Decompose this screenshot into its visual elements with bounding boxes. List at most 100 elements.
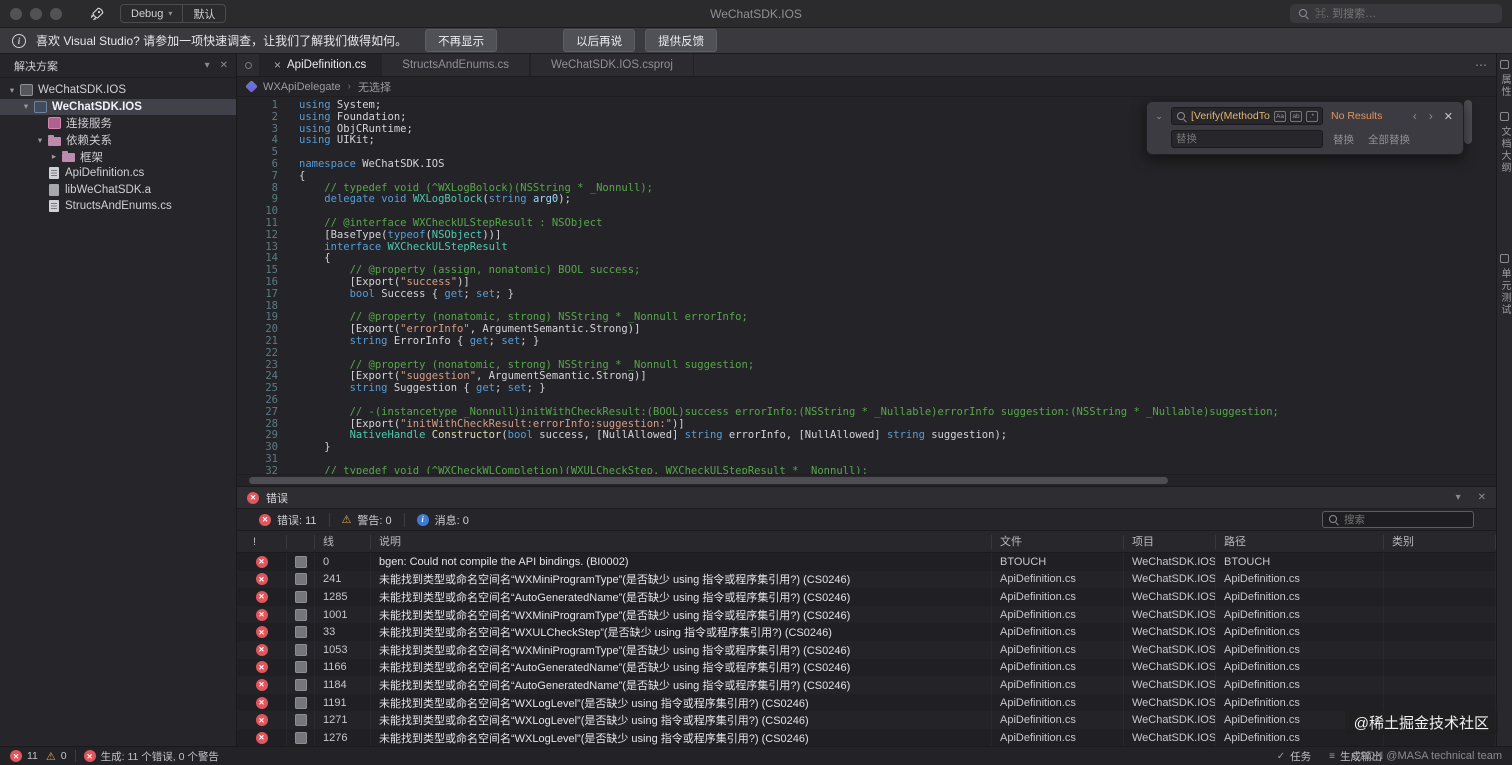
error-row[interactable]: ✕ 1184 未能找到类型或命名空间名“AutoGeneratedName”(是否缺…: [237, 676, 1496, 694]
solution-pad-title: 解决方案: [14, 60, 58, 73]
horizontal-scrollbar[interactable]: [249, 477, 1169, 484]
regex-icon[interactable]: .*: [1306, 110, 1318, 122]
match-case-icon[interactable]: Aa: [1274, 110, 1286, 122]
column-line[interactable]: 线: [315, 534, 371, 549]
find-previous-icon[interactable]: ‹: [1410, 109, 1420, 123]
pad-menu-icon[interactable]: ▾: [205, 60, 210, 71]
replace-button[interactable]: 替换: [1329, 132, 1358, 147]
pad-close-icon[interactable]: ✕: [1478, 492, 1486, 503]
filter-messages-toggle[interactable]: i 消息: 0: [405, 509, 481, 530]
horizontal-scrollbar-track[interactable]: [237, 474, 1496, 486]
filter-errors-toggle[interactable]: ✕ 错误: 11: [247, 509, 329, 530]
column-project[interactable]: 项目: [1124, 534, 1216, 549]
solution-pad-header: 解决方案 ▾ ✕: [0, 54, 236, 78]
tab-wechatsdk-ios-csproj[interactable]: WeChatSDK.IOS.csproj: [530, 54, 694, 76]
breadcrumb-selection[interactable]: 无选择: [358, 79, 391, 95]
zoom-window-button[interactable]: [50, 7, 62, 20]
chevron-down-icon[interactable]: ▾: [34, 135, 46, 146]
tree-item-libwechatsdk-a[interactable]: libWeChatSDK.a: [0, 182, 236, 199]
error-row[interactable]: ✕ 241 未能找到类型或命名空间名“WXMiniProgramType”(是否缺少…: [237, 570, 1496, 589]
detail-cell: [287, 729, 315, 746]
filter-warnings-toggle[interactable]: ⚠ 警告: 0: [330, 509, 404, 530]
replace-input[interactable]: [1176, 133, 1318, 145]
errors-search-input[interactable]: [1344, 513, 1468, 526]
tab-label: ApiDefinition.cs: [287, 59, 367, 71]
rail-tab-文档大纲[interactable]: 文档大纲: [1497, 112, 1512, 174]
chevron-down-icon[interactable]: ▾: [20, 101, 32, 112]
error-path: ApiDefinition.cs: [1216, 641, 1384, 659]
error-icon: ✕: [255, 573, 268, 586]
tab-label: StructsAndEnums.cs: [402, 59, 510, 71]
error-row[interactable]: ✕ 1053 未能找到类型或命名空间名“WXMiniProgramType”(是否缺…: [237, 640, 1496, 659]
error-path: ApiDefinition.cs: [1216, 588, 1384, 606]
error-icon: ✕: [10, 750, 22, 762]
find-next-icon[interactable]: ›: [1426, 109, 1436, 123]
vertical-scrollbar[interactable]: [1464, 100, 1472, 144]
error-row[interactable]: ✕ 0 bgen: Could not compile the API bindin…: [237, 553, 1496, 571]
dont-show-again-button[interactable]: 不再显示: [425, 29, 498, 52]
statusbar-warning-count[interactable]: ⚠ 0: [46, 750, 67, 763]
code-text: namespace WeChatSDK.IOS: [299, 157, 445, 170]
tab-structsandenums-cs[interactable]: StructsAndEnums.cs: [381, 54, 531, 76]
column-detail[interactable]: [287, 534, 315, 549]
column-file[interactable]: 文件: [992, 534, 1124, 549]
tree-item-apidefinition-cs[interactable]: ApiDefinition.cs: [0, 165, 236, 182]
minimize-window-button[interactable]: [30, 7, 42, 20]
tree-item-框架[interactable]: ▸ 框架: [0, 148, 236, 165]
rail-tab-单元测试[interactable]: 单元测试: [1497, 254, 1512, 316]
chevron-down-icon: ▾: [168, 9, 173, 18]
column-path[interactable]: 路径: [1216, 534, 1384, 549]
error-row[interactable]: ✕ 1271 未能找到类型或命名空间名“WXLogLevel”(是否缺少 using…: [237, 711, 1496, 729]
error-row[interactable]: ✕ 1285 未能找到类型或命名空间名“AutoGeneratedName”(是否缺…: [237, 588, 1496, 606]
code-line: 21 string ErrorInfo { get; set; }: [237, 335, 1496, 348]
error-project: WeChatSDK.IOS: [1124, 588, 1216, 606]
error-row[interactable]: ✕ 1001 未能找到类型或命名空间名“WXMiniProgramType”(是否缺…: [237, 605, 1496, 624]
global-search-box[interactable]: [1290, 4, 1502, 23]
pad-close-icon[interactable]: ✕: [220, 60, 228, 71]
rail-tab-label: 属性: [1499, 74, 1510, 98]
debug-config-dropdown[interactable]: Debug ▾: [121, 5, 182, 22]
whole-word-icon[interactable]: ab: [1290, 110, 1302, 122]
tab-overflow-icon[interactable]: ⋯: [1466, 54, 1496, 76]
tasks-button[interactable]: ✓ 任务: [1277, 749, 1311, 764]
column-description[interactable]: 说明: [371, 534, 992, 549]
code-editor-area[interactable]: 1 using System; 2 using Foundation; 3 using O…: [237, 97, 1496, 474]
run-icon[interactable]: [88, 5, 106, 23]
close-window-button[interactable]: [10, 7, 22, 20]
chevron-right-icon[interactable]: ▸: [48, 151, 60, 162]
tree-item-wechatsdk-ios[interactable]: ▾ WeChatSDK.IOS: [0, 98, 236, 116]
column-severity[interactable]: !: [237, 534, 287, 549]
rail-tab-属性[interactable]: 属性: [1497, 60, 1512, 98]
give-feedback-button[interactable]: 提供反馈: [645, 29, 718, 52]
close-find-icon[interactable]: ✕: [1442, 110, 1455, 123]
tree-item-连接服务[interactable]: 连接服务: [0, 115, 236, 132]
tab-label: WeChatSDK.IOS.csproj: [551, 59, 673, 71]
error-row[interactable]: ✕ 1191 未能找到类型或命名空间名“WXLogLevel”(是否缺少 using…: [237, 693, 1496, 712]
errors-search-box[interactable]: [1322, 511, 1474, 528]
close-tab-icon[interactable]: ×: [274, 58, 281, 72]
error-path: ApiDefinition.cs: [1216, 659, 1384, 677]
global-search-input[interactable]: [1315, 7, 1494, 20]
tree-item-依赖关系[interactable]: ▾ 依赖关系: [0, 132, 236, 149]
line-number: 11: [265, 216, 278, 229]
pad-menu-icon[interactable]: ▾: [1456, 492, 1461, 503]
statusbar-error-count[interactable]: ✕ 11: [10, 750, 38, 762]
services-icon: [48, 117, 61, 130]
detail-cell: [287, 694, 315, 712]
collapse-replace-icon[interactable]: ⌄: [1153, 111, 1165, 122]
tree-item-wechatsdk-ios[interactable]: ▾ WeChatSDK.IOS: [0, 82, 236, 99]
error-row[interactable]: ✕ 1276 未能找到类型或命名空间名“WXLogLevel”(是否缺少 using…: [237, 728, 1496, 746]
error-row[interactable]: ✕ 1166 未能找到类型或命名空间名“AutoGeneratedName”(是否缺…: [237, 658, 1496, 677]
remind-later-button[interactable]: 以后再说: [563, 29, 636, 52]
tree-item-label: StructsAndEnums.cs: [65, 200, 172, 213]
device-config-dropdown[interactable]: 默认: [182, 5, 225, 22]
tree-item-structsandenums-cs[interactable]: StructsAndEnums.cs: [0, 198, 236, 215]
breadcrumb-scope[interactable]: WXApiDelegate: [263, 81, 341, 93]
find-input[interactable]: [1191, 110, 1270, 122]
column-category[interactable]: 类别: [1384, 534, 1496, 549]
replace-all-button[interactable]: 全部替换: [1364, 132, 1414, 147]
tab-apidefinition-cs[interactable]: × ApiDefinition.cs: [259, 54, 382, 76]
tree-item-label: libWeChatSDK.a: [65, 183, 152, 196]
chevron-down-icon[interactable]: ▾: [6, 85, 18, 96]
error-row[interactable]: ✕ 33 未能找到类型或命名空间名“WXULCheckStep”(是否缺少 usin…: [237, 623, 1496, 641]
